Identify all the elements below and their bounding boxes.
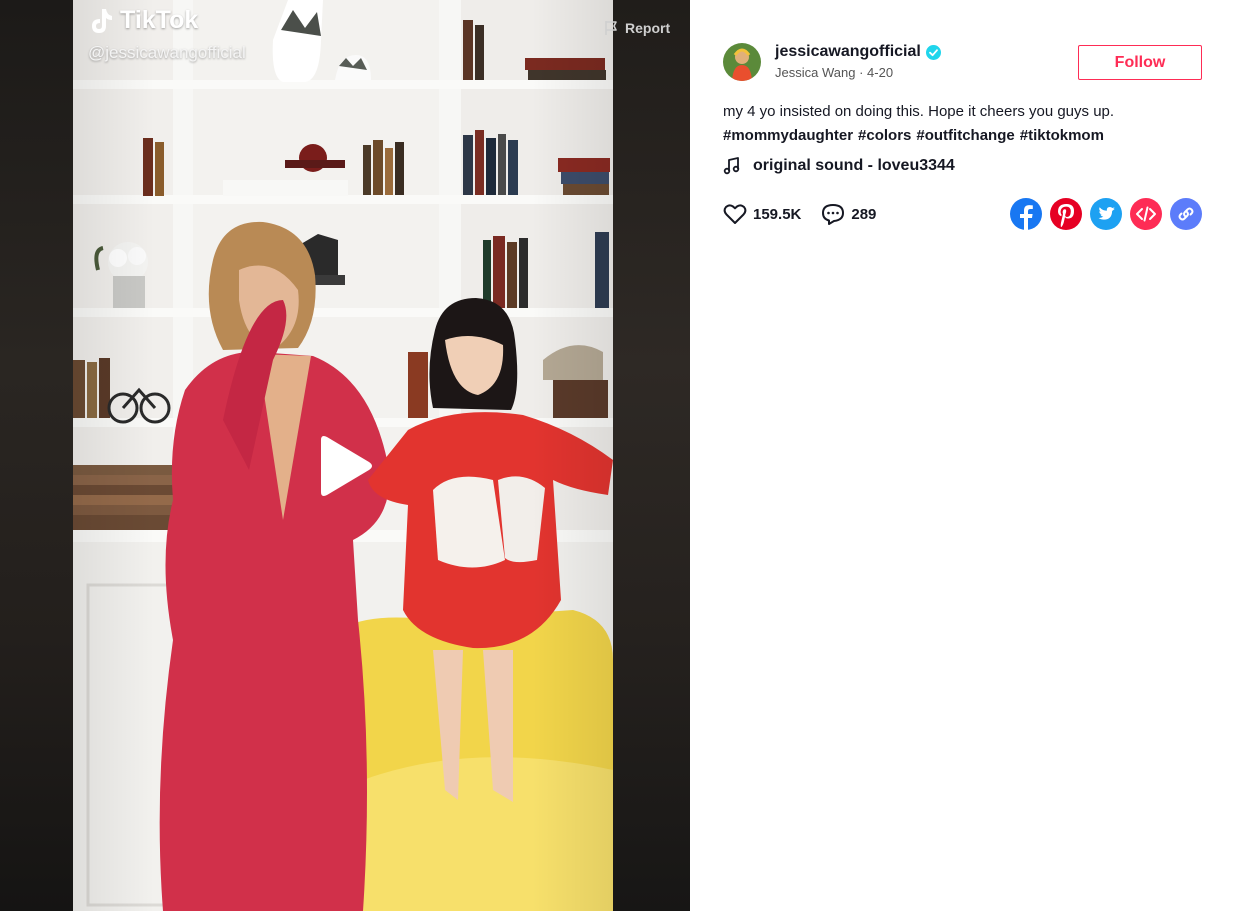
avatar[interactable] — [723, 43, 761, 81]
engagement-stats: 159.5K 289 — [723, 203, 896, 225]
post-date: 4-20 — [867, 65, 894, 80]
report-label: Report — [625, 20, 671, 36]
embed-share-button[interactable] — [1130, 198, 1162, 230]
comment-icon — [822, 204, 845, 225]
twitter-share-button[interactable] — [1090, 198, 1122, 230]
hashtag-link[interactable]: #outfitchange — [916, 124, 1014, 148]
tiktok-note-icon — [92, 8, 112, 33]
video-blur-right — [613, 0, 690, 911]
video-blur-left — [0, 0, 73, 911]
share-buttons — [1010, 198, 1202, 230]
hashtag-link[interactable]: #mommydaughter — [723, 124, 853, 148]
play-icon[interactable] — [313, 434, 375, 498]
like-button[interactable]: 159.5K — [723, 203, 801, 225]
caption-text: my 4 yo insisted on doing this. Hope it … — [723, 103, 1115, 120]
pinterest-share-button[interactable] — [1050, 198, 1082, 230]
author-subline: Jessica Wang · 4-20 — [775, 65, 941, 80]
avatar-image — [723, 43, 761, 81]
author-info: jessicawangofficial Jessica Wang · 4-20 — [775, 43, 941, 80]
hashtag-link[interactable]: #tiktokmom — [1020, 124, 1104, 148]
author-username[interactable]: jessicawangofficial — [775, 43, 921, 61]
watermark-handle: @jessicawangofficial — [88, 43, 246, 62]
report-button[interactable]: Report — [603, 20, 670, 36]
sound-label: original sound - loveu3344 — [753, 157, 955, 174]
video-info-panel: jessicawangofficial Jessica Wang · 4-20 … — [690, 0, 1235, 911]
hashtag-list: #mommydaughter #colors #outfitchange #ti… — [723, 124, 1183, 148]
comment-button[interactable]: 289 — [821, 203, 876, 225]
link-icon — [1178, 207, 1194, 221]
hashtag-link[interactable]: #colors — [858, 124, 911, 148]
twitter-icon — [1098, 207, 1115, 220]
tiktok-watermark: TikTok @jessicawangofficial — [88, 6, 246, 63]
copy-link-button[interactable] — [1170, 198, 1202, 230]
verified-badge-icon — [925, 44, 941, 60]
follow-button[interactable]: Follow — [1078, 45, 1202, 80]
comment-count: 289 — [851, 205, 877, 223]
author-display-name: Jessica Wang — [775, 65, 856, 80]
embed-code-icon — [1136, 206, 1156, 222]
video-player[interactable]: TikTok @jessicawangofficial Report — [0, 0, 690, 911]
pinterest-icon — [1058, 204, 1074, 227]
flag-icon — [605, 21, 617, 35]
sound-link[interactable]: original sound - loveu3344 — [723, 157, 955, 175]
video-caption: my 4 yo insisted on doing this. Hope it … — [723, 100, 1183, 148]
music-note-icon — [723, 157, 740, 175]
like-count: 159.5K — [753, 205, 802, 223]
tiktok-brand-text: TikTok — [120, 6, 199, 34]
facebook-share-button[interactable] — [1010, 198, 1042, 230]
tiktok-logo: TikTok — [88, 6, 246, 35]
subline-separator: · — [859, 65, 864, 80]
facebook-icon — [1020, 205, 1033, 230]
heart-icon — [723, 204, 747, 224]
